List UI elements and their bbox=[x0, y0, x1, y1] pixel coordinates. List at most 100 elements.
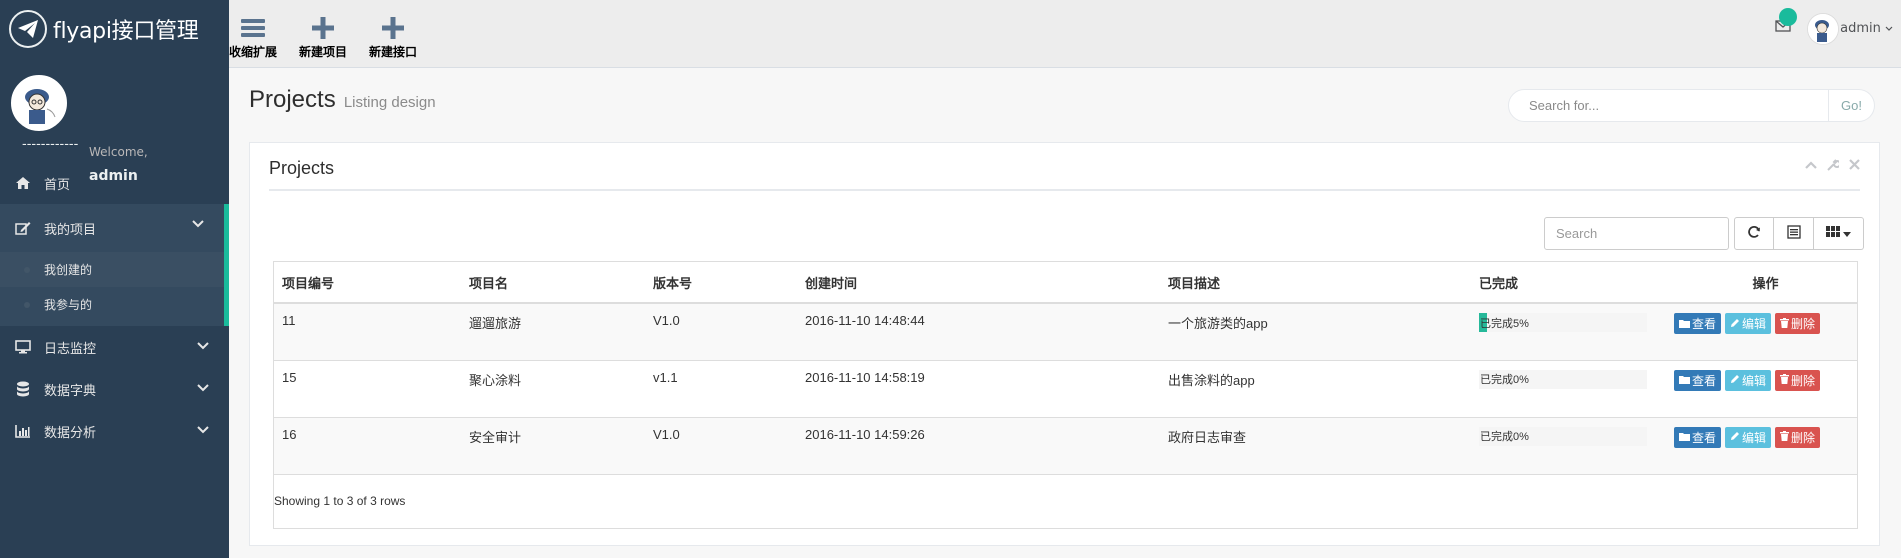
home-icon bbox=[14, 175, 32, 191]
cell-desc: 出售涂料的app bbox=[1160, 360, 1471, 418]
delete-button[interactable]: 删除 bbox=[1775, 369, 1821, 391]
cell-version: V1.0 bbox=[645, 417, 797, 475]
user-name: admin bbox=[1840, 21, 1881, 36]
view-button[interactable]: 查看 bbox=[1674, 426, 1722, 448]
cell-progress: 已完成0% bbox=[1471, 417, 1666, 475]
sidebar-item-created-by-me[interactable]: 我创建的 bbox=[0, 252, 224, 287]
new-api-button[interactable]: 新建接口 bbox=[369, 15, 417, 60]
cell-id: 11 bbox=[274, 303, 461, 361]
page-title-text: Projects bbox=[249, 86, 336, 113]
sidebar-item-my-projects[interactable]: 我的项目 bbox=[0, 204, 229, 252]
collapse-expand-label: 收缩扩展 bbox=[229, 45, 278, 59]
cell-id: 16 bbox=[274, 417, 461, 475]
cell-actions: 查看 编辑 删除 bbox=[1666, 417, 1857, 475]
column-header[interactable]: 操作 bbox=[1666, 262, 1857, 304]
cell-progress: 已完成0% bbox=[1471, 360, 1666, 418]
trash-icon bbox=[1780, 373, 1790, 387]
cell-name: 安全审计 bbox=[461, 417, 645, 475]
edit-button[interactable]: 编辑 bbox=[1725, 313, 1772, 334]
refresh-icon bbox=[1747, 225, 1761, 243]
delete-button[interactable]: 删除 bbox=[1775, 426, 1821, 448]
edit-button[interactable]: 编辑 bbox=[1725, 369, 1772, 391]
cell-id: 15 bbox=[274, 360, 461, 418]
list-alt-icon bbox=[1786, 224, 1801, 243]
folder-icon bbox=[1679, 373, 1690, 387]
sidebar-item-log-monitor[interactable]: 日志监控 bbox=[0, 326, 229, 368]
panel-title: Projects bbox=[269, 158, 335, 178]
brand[interactable]: flyapi接口管理 bbox=[0, 0, 229, 57]
table-row[interactable]: 16 安全审计 V1.0 2016-11-10 14:59:26 政府日志审查 … bbox=[274, 417, 1857, 475]
user-menu-toggle[interactable]: admin bbox=[1840, 21, 1893, 36]
edit-label: 编辑 bbox=[1742, 373, 1767, 388]
edit-label: 编辑 bbox=[1742, 430, 1767, 445]
table-row[interactable]: 11 遛遛旅游 V1.0 2016-11-10 14:48:44 一个旅游类的a… bbox=[274, 303, 1857, 361]
view-button[interactable]: 查看 bbox=[1674, 313, 1722, 334]
menu-icon bbox=[229, 15, 277, 41]
sidebar-item-label: 首页 bbox=[44, 177, 71, 193]
cell-desc: 一个旅游类的app bbox=[1160, 303, 1471, 361]
wrench-icon[interactable] bbox=[1827, 159, 1841, 175]
column-header[interactable]: 项目名 bbox=[461, 262, 645, 304]
cell-created: 2016-11-10 14:58:19 bbox=[797, 360, 1160, 418]
progress-text: 已完成5% bbox=[1480, 317, 1529, 330]
refresh-button[interactable] bbox=[1734, 217, 1774, 250]
page-title: Projects Listing design bbox=[249, 86, 436, 114]
trash-icon bbox=[1780, 430, 1790, 444]
chevron-up-icon[interactable] bbox=[1805, 159, 1817, 175]
chevron-down-icon bbox=[197, 382, 209, 397]
cell-created: 2016-11-10 14:48:44 bbox=[797, 303, 1160, 361]
progress-bar: 已完成5% bbox=[1479, 313, 1647, 332]
columns-button[interactable] bbox=[1814, 217, 1864, 250]
collapse-expand-button[interactable]: 收缩扩展 bbox=[229, 15, 277, 60]
sidebar-item-data-dictionary[interactable]: 数据字典 bbox=[0, 368, 229, 410]
avatar[interactable] bbox=[11, 75, 67, 131]
table-toolbar bbox=[1544, 217, 1864, 250]
column-header[interactable]: 版本号 bbox=[645, 262, 797, 304]
close-icon[interactable] bbox=[1849, 159, 1860, 175]
progress-bar: 已完成0% bbox=[1479, 426, 1647, 446]
column-header[interactable]: 已完成 bbox=[1471, 262, 1666, 304]
column-header[interactable]: 项目编号 bbox=[274, 262, 461, 304]
caret-down-icon bbox=[1843, 226, 1851, 241]
panel-tools bbox=[1805, 159, 1860, 175]
table-search-input[interactable] bbox=[1544, 217, 1729, 250]
go-button[interactable]: Go! bbox=[1829, 89, 1875, 122]
delete-label: 删除 bbox=[1791, 373, 1816, 388]
cell-name: 遛遛旅游 bbox=[461, 303, 645, 361]
global-search: Go! bbox=[1508, 89, 1875, 122]
cell-desc: 政府日志审查 bbox=[1160, 417, 1471, 475]
cell-created: 2016-11-10 14:59:26 bbox=[797, 417, 1160, 475]
sidebar-item-data-analysis[interactable]: 数据分析 bbox=[0, 410, 229, 452]
sidebar: flyapi接口管理 Welcome, admin ------------ 首… bbox=[0, 0, 229, 558]
edit-icon bbox=[14, 220, 32, 236]
delete-button[interactable]: 删除 bbox=[1775, 313, 1821, 334]
sidebar-item-home[interactable]: 首页 bbox=[0, 162, 229, 204]
brand-title: flyapi接口管理 bbox=[53, 18, 199, 44]
edit-label: 编辑 bbox=[1742, 317, 1767, 331]
progress-text: 已完成0% bbox=[1480, 431, 1529, 443]
profile-divider: ------------ bbox=[22, 137, 79, 152]
cell-name: 聚心涂料 bbox=[461, 360, 645, 418]
sidebar-item-label: 数据字典 bbox=[44, 383, 97, 399]
view-button[interactable]: 查看 bbox=[1674, 369, 1722, 391]
sidebar-item-label: 数据分析 bbox=[44, 425, 97, 441]
submenu-my-projects: 我创建的 我参与的 bbox=[0, 252, 229, 326]
new-project-button[interactable]: 新建项目 bbox=[299, 15, 347, 60]
new-project-label: 新建项目 bbox=[299, 45, 348, 59]
user-avatar[interactable] bbox=[1807, 13, 1839, 45]
paper-plane-icon bbox=[9, 9, 47, 48]
edit-button[interactable]: 编辑 bbox=[1725, 426, 1772, 448]
cell-version: v1.1 bbox=[645, 360, 797, 418]
column-header[interactable]: 项目描述 bbox=[1160, 262, 1471, 304]
sidebar-item-label: 我的项目 bbox=[44, 222, 97, 238]
sidebar-item-participated[interactable]: 我参与的 bbox=[0, 287, 224, 322]
column-header[interactable]: 创建时间 bbox=[797, 262, 1160, 304]
global-search-input[interactable] bbox=[1508, 89, 1829, 122]
trash-icon bbox=[1780, 317, 1790, 331]
th-icon bbox=[1826, 225, 1840, 242]
chevron-down-icon bbox=[1885, 21, 1893, 36]
view-label: 查看 bbox=[1692, 317, 1717, 331]
table-row[interactable]: 15 聚心涂料 v1.1 2016-11-10 14:58:19 出售涂料的ap… bbox=[274, 360, 1857, 418]
table-header-row: 项目编号 项目名 版本号 创建时间 项目描述 已完成 操作 bbox=[274, 262, 1857, 304]
toggle-view-button[interactable] bbox=[1774, 217, 1814, 250]
